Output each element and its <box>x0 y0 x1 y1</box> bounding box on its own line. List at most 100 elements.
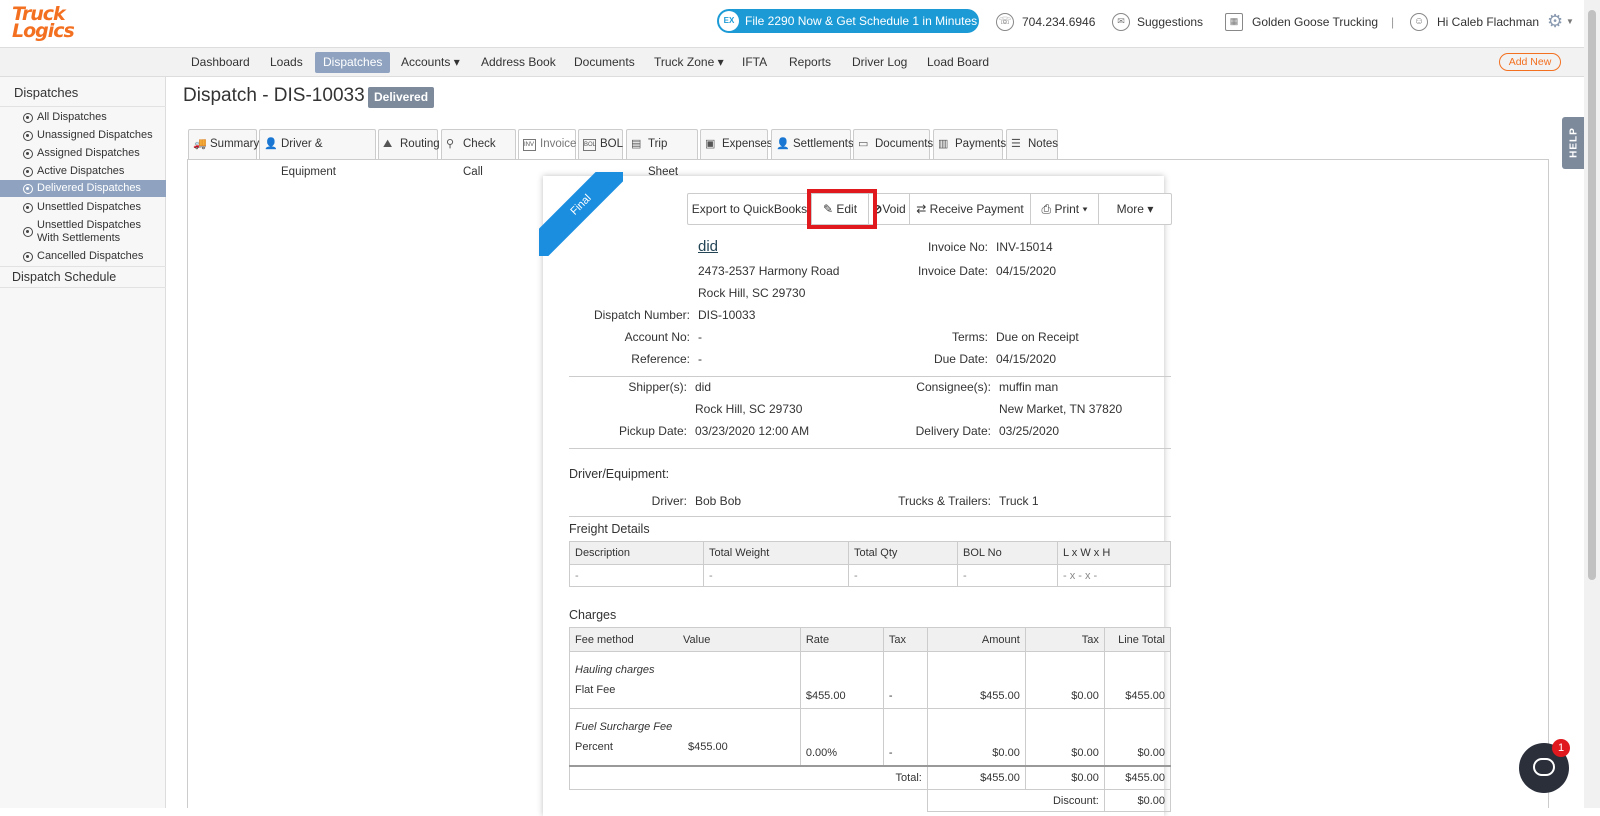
help-tab[interactable]: HELP <box>1562 117 1586 169</box>
hauling-charges-title: Hauling charges <box>575 664 655 676</box>
cell-fee: Hauling charges Flat Fee <box>569 651 801 709</box>
nav-load-board[interactable]: Load Board <box>919 52 997 73</box>
total-row: Total: $455.00 $0.00 $455.00 <box>569 765 1172 790</box>
nav-address-book[interactable]: Address Book <box>473 52 564 73</box>
print-button[interactable]: ⎙ Print ▾ <box>1031 194 1099 224</box>
cell: - <box>882 708 928 766</box>
tab-bol[interactable]: BOL BOL <box>578 129 623 159</box>
tab-label: Expenses <box>722 138 773 150</box>
truck-logics-logo[interactable]: Truck Logics <box>12 5 92 44</box>
tab-routing[interactable]: ⛰ Routing <box>378 129 440 159</box>
table-row: Hauling charges Flat Fee $455.00 - $455.… <box>569 651 1172 709</box>
company-name[interactable]: Golden Goose Trucking <box>1252 14 1378 30</box>
nav-loads[interactable]: Loads <box>262 52 311 73</box>
cell: $0.00 <box>926 708 1026 766</box>
edit-highlight-box <box>807 189 877 229</box>
due-date-value: 04/15/2020 <box>996 352 1057 366</box>
consignees-label: Consignee(s): <box>916 380 991 394</box>
gear-icon[interactable]: ⚙ <box>1547 11 1563 32</box>
tab-driver-equipment[interactable]: 👤 Driver & Equipment <box>259 129 376 178</box>
sidebar-item-unsettled-dispatches[interactable]: Unsettled Dispatches <box>0 201 166 214</box>
user-greeting[interactable]: Hi Caleb Flachman <box>1437 14 1539 30</box>
nav-dispatches[interactable]: Dispatches <box>315 52 391 73</box>
suggestions-link[interactable]: Suggestions <box>1137 14 1203 30</box>
tab-check-call[interactable]: ⚲ Check Call <box>441 129 516 178</box>
driver-icon: 👤 <box>264 138 278 150</box>
export-quickbooks-button[interactable]: Export to QuickBooks <box>688 194 812 224</box>
logo-line-2: Logics <box>12 20 75 42</box>
map-marker-icon: ⚲ <box>446 138 455 150</box>
nav-dashboard[interactable]: Dashboard <box>183 52 258 73</box>
cell: - <box>882 651 928 709</box>
sidebar-item-unassigned-dispatches[interactable]: Unassigned Dispatches <box>0 129 166 142</box>
discount-label: Discount: <box>926 789 1105 812</box>
chevron-down-icon[interactable]: ▼ <box>1566 17 1574 26</box>
cell: - <box>569 564 704 587</box>
fuel-fee-value: $455.00 <box>688 741 728 753</box>
nav-ifta[interactable]: IFTA <box>734 52 775 73</box>
tab-summary[interactable]: 🚚 Summary <box>188 129 260 159</box>
sidebar-title[interactable]: Dispatches <box>0 85 166 107</box>
account-no-value: - <box>698 330 702 344</box>
sidebar-item-label: Unsettled Dispatches <box>37 219 141 231</box>
charges-heading: Charges <box>569 608 617 622</box>
tab-invoice[interactable]: INV Invoice <box>518 129 576 160</box>
nav-driver-log[interactable]: Driver Log <box>844 52 915 73</box>
terms-label: Terms: <box>952 330 988 344</box>
sidebar-item-assigned-dispatches[interactable]: Assigned Dispatches <box>0 147 166 160</box>
tab-label: Documents <box>875 138 934 150</box>
sidebar-item-label: Assigned Dispatches <box>37 147 140 159</box>
page-title: Dispatch - DIS-10033 <box>183 85 365 106</box>
total-label: Total: <box>569 765 928 790</box>
settlements-icon: 👤 <box>776 138 790 150</box>
table-row: Fuel Surcharge Fee Percent $455.00 0.00% … <box>569 708 1172 766</box>
map-icon: ⛰ <box>383 138 393 150</box>
tab-expenses[interactable]: ▣ Expenses <box>700 129 773 159</box>
top-bar: Truck Logics EX File 2290 Now & Get Sche… <box>0 0 1584 48</box>
sidebar-item-delivered-dispatches[interactable]: Delivered Dispatches <box>0 180 166 197</box>
sidebar-item-label: Active Dispatches <box>37 165 125 177</box>
tab-label: Notes <box>1028 138 1059 150</box>
tab-documents[interactable]: ▭ Documents <box>853 129 934 159</box>
chat-widget-button[interactable]: 1 <box>1519 739 1570 793</box>
nav-documents[interactable]: Documents <box>566 52 643 73</box>
cell: - x - x - <box>1057 564 1171 587</box>
more-button[interactable]: More ▾ <box>1099 194 1171 224</box>
cell: - <box>848 564 958 587</box>
nav-accounts[interactable]: Accounts ▾ <box>393 52 468 73</box>
tab-notes[interactable]: ☰ Notes <box>1006 129 1058 159</box>
tab-label: Summary <box>210 138 260 150</box>
tab-trip-sheet[interactable]: ▤ Trip Sheet <box>626 129 698 178</box>
divider <box>569 516 1171 517</box>
sidebar-dispatch-schedule[interactable]: Dispatch Schedule <box>0 266 166 288</box>
final-ribbon: Final <box>539 172 623 256</box>
bill-to-name[interactable]: did <box>698 238 718 256</box>
circle-dot-icon <box>23 227 33 237</box>
sidebar-item-active-dispatches[interactable]: Active Dispatches <box>0 165 166 178</box>
sidebar-item-all-dispatches[interactable]: All Dispatches <box>0 111 166 124</box>
sidebar-item-unsettled-with-settlements[interactable]: Unsettled Dispatches With Settlements <box>0 219 166 245</box>
ribbon-label: Final <box>539 172 623 256</box>
add-new-button[interactable]: Add New <box>1499 53 1561 71</box>
tab-settlements[interactable]: 👤 Settlements <box>771 129 854 159</box>
receive-payment-button[interactable]: ⇄ Receive Payment <box>910 194 1031 224</box>
col-bol-no: BOL No <box>957 541 1058 565</box>
sidebar-item-label: Cancelled Dispatches <box>37 250 144 262</box>
sidebar-item-cancelled-dispatches[interactable]: Cancelled Dispatches <box>0 250 166 263</box>
expenses-icon: ▣ <box>705 138 716 150</box>
chat-bubble-icon <box>1533 758 1555 776</box>
cell: - <box>703 564 849 587</box>
tab-payments[interactable]: ▥ Payments <box>933 129 1006 159</box>
total-tax: $0.00 <box>1024 765 1105 790</box>
file-2290-promo-button[interactable]: EX File 2290 Now & Get Schedule 1 in Min… <box>717 9 979 33</box>
discount-value: $0.00 <box>1103 789 1172 812</box>
nav-reports[interactable]: Reports <box>781 52 839 73</box>
promo-label: File 2290 Now & Get Schedule 1 in Minute… <box>745 14 978 28</box>
notes-icon: ☰ <box>1011 138 1021 150</box>
scrollbar-thumb[interactable] <box>1588 10 1596 580</box>
cell: $0.00 <box>1024 708 1105 766</box>
bol-icon: BOL <box>583 139 596 151</box>
void-label: Void <box>882 202 906 216</box>
payments-icon: ▥ <box>938 138 949 150</box>
nav-truck-zone[interactable]: Truck Zone ▾ <box>646 52 732 73</box>
